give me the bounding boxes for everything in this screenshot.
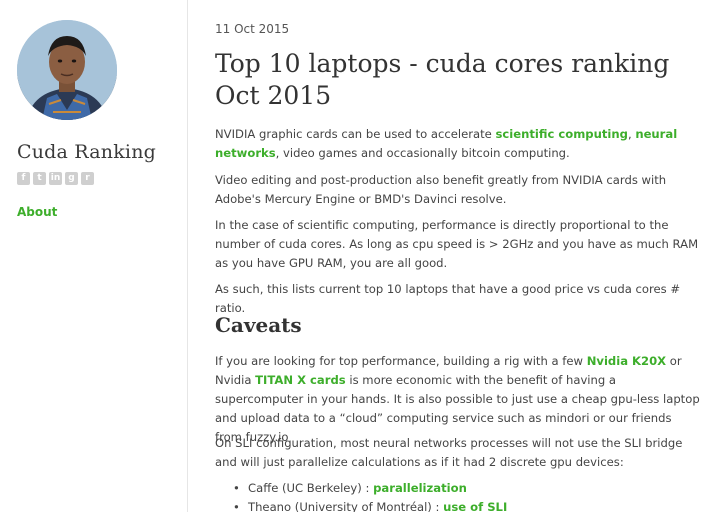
github-icon[interactable]: g <box>65 172 78 185</box>
twitter-icon[interactable]: t <box>33 172 46 185</box>
social-links: f t in g r <box>17 172 94 185</box>
paragraph-intro: NVIDIA graphic cards can be used to acce… <box>215 125 700 163</box>
avatar <box>17 20 117 120</box>
list-item: Theano (University of Montréal) : use of… <box>233 498 693 512</box>
rss-icon[interactable]: r <box>81 172 94 185</box>
link-scientific-computing[interactable]: scientific computing <box>496 127 628 141</box>
sidebar: Cuda Ranking f t in g r About <box>0 0 188 512</box>
framework-list: Caffe (UC Berkeley) : parallelization Th… <box>233 479 693 512</box>
list-item-text: Theano (University of Montréal) : <box>248 500 444 512</box>
paragraph-performance: In the case of scientific computing, per… <box>215 218 699 270</box>
list-item: Caffe (UC Berkeley) : parallelization <box>233 479 693 498</box>
section-heading-caveats: Caveats <box>215 313 302 337</box>
post-title: Top 10 laptops - cuda cores ranking Oct … <box>215 49 670 110</box>
linkedin-icon[interactable]: in <box>49 172 62 185</box>
link-titan-x-cards[interactable]: TITAN X cards <box>255 373 346 387</box>
paragraph-sli: On SLI configuration, most neural networ… <box>215 436 683 469</box>
link-use-of-sli[interactable]: use of SLI <box>443 500 507 512</box>
nav-link-about[interactable]: About <box>17 205 57 219</box>
list-item-text: Caffe (UC Berkeley) : <box>248 481 374 495</box>
post-date: 11 Oct 2015 <box>215 22 290 36</box>
site-title[interactable]: Cuda Ranking <box>17 141 156 163</box>
text: If you are looking for top performance, … <box>215 354 587 368</box>
text: , video games and occasionally bitcoin c… <box>275 146 570 160</box>
paragraph-top-performance: If you are looking for top performance, … <box>215 352 700 447</box>
text: NVIDIA graphic cards can be used to acce… <box>215 127 496 141</box>
facebook-icon[interactable]: f <box>17 172 30 185</box>
paragraph-video-editing: Video editing and post-production also b… <box>215 173 667 206</box>
link-parallelization[interactable]: parallelization <box>373 481 467 495</box>
link-nvidia-k20x[interactable]: Nvidia K20X <box>587 354 666 368</box>
